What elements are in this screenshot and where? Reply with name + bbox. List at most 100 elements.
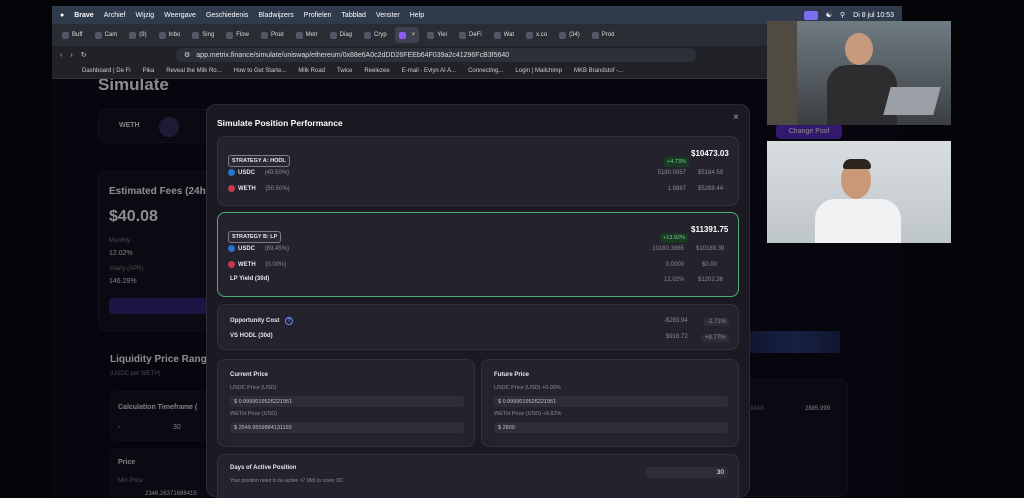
browser-tab[interactable]: Yiel	[423, 27, 451, 43]
browser-tab[interactable]: Flow	[222, 27, 253, 43]
opportunity-cost-pct: -2.71%	[704, 318, 730, 326]
search-icon[interactable]: ⚲	[840, 11, 845, 19]
weth-icon	[228, 185, 235, 192]
future-usdc-field[interactable]: $ 0.9999019526221951	[494, 396, 728, 407]
wifi-icon[interactable]: ☯	[826, 11, 832, 19]
address-bar[interactable]: ⚙ app.metrix.finance/simulate/uniswap/et…	[176, 48, 696, 62]
close-tab-icon[interactable]: ×	[412, 32, 416, 38]
laptop	[883, 87, 941, 115]
menu-archief[interactable]: Archief	[104, 12, 126, 19]
bookmark-item[interactable]: Dashboard | De Fi	[82, 68, 131, 74]
bookmark-item[interactable]: Login | Mailchimp	[515, 68, 562, 74]
favicon-icon	[559, 31, 567, 39]
webcam-feed-bottom	[767, 141, 951, 243]
browser-tab[interactable]: (9)	[125, 27, 150, 43]
browser-tab[interactable]: Cam	[91, 27, 122, 43]
status-icon[interactable]	[803, 10, 818, 20]
strategy-b-delta: +13.92%	[660, 233, 688, 243]
favicon-icon	[398, 31, 406, 39]
strategy-b-card: STRATEGY B: LP +13.92% $11391.75 USDC (8…	[217, 212, 739, 297]
close-icon[interactable]: ×	[733, 112, 739, 123]
browser-tab[interactable]: (34)	[555, 27, 584, 43]
days-active-title: Days of Active Position	[230, 465, 297, 471]
menubar-clock[interactable]: Di 8 jul 10:53	[853, 12, 894, 19]
menu-help[interactable]: Help	[410, 12, 424, 19]
browser-tab-active[interactable]: ×	[394, 27, 420, 43]
menu-bladwijzers[interactable]: Bladwijzers	[258, 12, 293, 19]
browser-tab[interactable]: Prod	[588, 27, 619, 43]
future-weth-label: WETH Price (USD) +9.82%	[494, 411, 562, 417]
info-icon[interactable]: ?	[285, 317, 293, 325]
favicon-icon	[591, 31, 599, 39]
strategy-a-weth-value: $5288.44	[698, 186, 724, 192]
browser-tab[interactable]: Prod	[257, 27, 288, 43]
strategy-b-row: USDC (89.45%)	[228, 245, 289, 252]
strategy-a-total: $10473.03	[691, 149, 729, 158]
days-active-input[interactable]: 30	[646, 467, 728, 478]
favicon-icon	[129, 31, 137, 39]
browser-tab[interactable]: Diag	[326, 27, 356, 43]
person-hair	[843, 159, 871, 169]
browser-tab[interactable]: DeFi	[455, 27, 486, 43]
current-usdc-label: USDC Price (USD)	[230, 385, 277, 391]
bookshelf	[767, 21, 797, 125]
browser-tab[interactable]: Metr	[292, 27, 322, 43]
apple-icon[interactable]: ●	[60, 12, 64, 19]
usdc-icon	[228, 169, 235, 176]
opportunity-cost-value: -$283.94	[664, 318, 688, 324]
lp-yield-pct: 12.02%	[664, 277, 685, 283]
menu-weergave[interactable]: Weergave	[164, 12, 196, 19]
days-active-subtitle: Your position need to be active >7 (8d) …	[230, 478, 344, 484]
strategy-a-usdc-amount: 5180.0957	[657, 170, 686, 176]
browser-tab[interactable]: Sing	[188, 27, 218, 43]
bookmark-item[interactable]: Reelezee	[364, 68, 389, 74]
bookmark-item[interactable]: Twice	[337, 68, 352, 74]
current-usdc-field[interactable]: $ 0.9999019526221951	[230, 396, 464, 407]
bookmark-item[interactable]: MKB Brandstof -...	[574, 68, 623, 74]
favicon-icon	[260, 31, 268, 39]
person-head	[845, 33, 873, 65]
bookmark-item[interactable]: Pika	[143, 68, 155, 74]
current-price-card: Current Price USDC Price (USD) $ 0.99990…	[217, 359, 475, 447]
opportunity-label: Opportunity Cost ?	[230, 317, 293, 325]
simulate-modal: Simulate Position Performance × STRATEGY…	[206, 104, 750, 498]
reload-icon[interactable]: ↻	[81, 51, 87, 59]
bookmark-item[interactable]: Connecting...	[468, 68, 503, 74]
browser-tab[interactable]: Inbo	[155, 27, 185, 43]
favicon-icon	[493, 31, 501, 39]
bookmark-item[interactable]: How to Get Starte...	[234, 68, 287, 74]
browser-tab[interactable]: Wat	[490, 27, 518, 43]
strategy-a-weth-amount: 1.8887	[667, 186, 686, 192]
bookmark-item[interactable]: Milk Road	[298, 68, 325, 74]
forward-icon[interactable]: ›	[70, 52, 72, 59]
favicon-icon	[158, 31, 166, 39]
current-weth-field[interactable]: $ 2549.9559884131193	[230, 422, 464, 433]
favicon-icon	[94, 31, 102, 39]
lp-yield-label: LP Yield (30d)	[230, 276, 270, 282]
days-active-card: Days of Active Position Your position ne…	[217, 454, 739, 498]
strategy-b-usdc-value: $10189.39	[696, 246, 725, 252]
url-text[interactable]: app.metrix.finance/simulate/uniswap/ethe…	[196, 52, 509, 59]
favicon-icon	[295, 31, 303, 39]
bookmark-item[interactable]: Reveal the Milk Ro...	[166, 68, 221, 74]
back-icon[interactable]: ‹	[60, 52, 62, 59]
menu-wijzig[interactable]: Wijzig	[136, 12, 155, 19]
site-info-icon[interactable]: ⚙	[184, 51, 190, 59]
strategy-b-weth-value: $0.00	[702, 262, 718, 268]
menu-geschiedenis[interactable]: Geschiedenis	[206, 12, 248, 19]
browser-tab[interactable]: Cryp	[360, 27, 391, 43]
browser-tab[interactable]: Buff	[58, 27, 87, 43]
strategy-a-card: STRATEGY A: HODL +4.73% $10473.03 USDC (…	[217, 136, 739, 206]
weth-icon	[228, 261, 235, 268]
browser-tab[interactable]: x.co	[522, 27, 551, 43]
favicon-icon	[526, 31, 534, 39]
menu-venster[interactable]: Venster	[376, 12, 400, 19]
screen: ● Brave Archief Wijzig Weergave Geschied…	[0, 0, 1024, 498]
menu-profielen[interactable]: Profielen	[304, 12, 332, 19]
person-body	[827, 65, 897, 125]
modal-title: Simulate Position Performance	[217, 118, 343, 128]
menu-tabblad[interactable]: Tabblad	[341, 12, 366, 19]
menu-app-name[interactable]: Brave	[74, 12, 93, 19]
future-weth-field[interactable]: $ 2800	[494, 422, 728, 433]
bookmark-item[interactable]: E-mail - Evlyn AI A...	[402, 68, 456, 74]
